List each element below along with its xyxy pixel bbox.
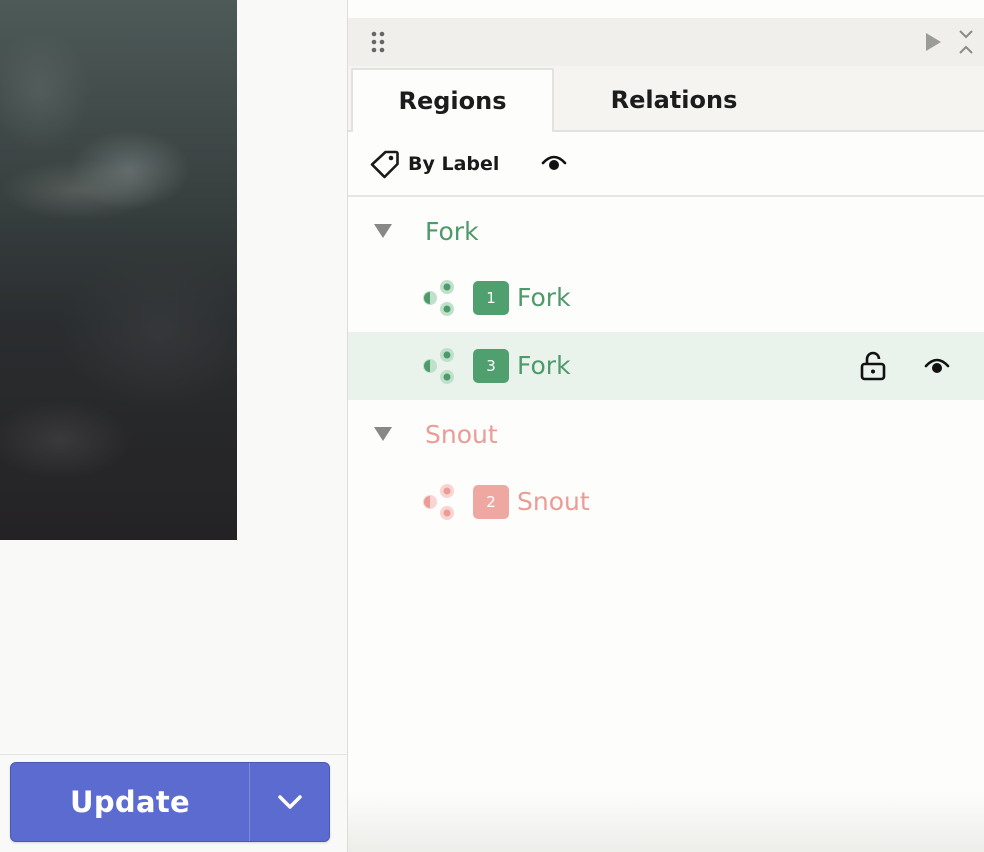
group-row-fork[interactable]: Fork bbox=[348, 197, 984, 265]
eye-icon[interactable] bbox=[540, 152, 568, 174]
play-icon[interactable] bbox=[924, 32, 942, 52]
group-by-label-button[interactable]: By Label bbox=[370, 148, 499, 180]
regions-toolbar: By Label bbox=[348, 132, 984, 197]
group-label: Fork bbox=[425, 216, 479, 246]
region-index-badge: 1 bbox=[473, 281, 509, 315]
region-node-icon bbox=[423, 280, 454, 316]
region-node-icon bbox=[423, 348, 454, 384]
caret-down-icon[interactable] bbox=[372, 425, 394, 443]
eye-icon[interactable] bbox=[923, 355, 951, 377]
panel-header bbox=[348, 18, 984, 66]
canvas-area: Update bbox=[0, 0, 347, 852]
app-window: Update Regions Relations By Label Fork 1… bbox=[0, 0, 984, 852]
region-row-3[interactable]: 3 Fork bbox=[348, 332, 984, 400]
drag-handle-icon[interactable] bbox=[370, 31, 386, 53]
regions-panel: Regions Relations By Label Fork 1 Fork 3… bbox=[347, 0, 984, 852]
update-button[interactable]: Update bbox=[11, 763, 249, 841]
region-label: Snout bbox=[517, 487, 590, 516]
caret-down-icon[interactable] bbox=[372, 222, 394, 240]
group-label: Snout bbox=[425, 419, 498, 449]
panel-bottom-shade bbox=[348, 792, 984, 852]
annotation-image[interactable] bbox=[0, 0, 237, 540]
bottom-divider bbox=[0, 754, 347, 755]
lock-open-icon[interactable] bbox=[860, 351, 886, 381]
update-button-group: Update bbox=[10, 762, 330, 842]
region-index-badge: 2 bbox=[473, 485, 509, 519]
region-index-badge: 3 bbox=[473, 349, 509, 383]
region-node-icon bbox=[423, 484, 454, 520]
tab-relations[interactable]: Relations bbox=[554, 68, 794, 132]
tag-icon bbox=[370, 150, 399, 179]
region-label: Fork bbox=[517, 351, 571, 380]
tab-regions[interactable]: Regions bbox=[351, 68, 554, 132]
group-row-snout[interactable]: Snout bbox=[348, 400, 984, 468]
region-row-2[interactable]: 2 Snout bbox=[348, 468, 984, 536]
chevron-down-icon bbox=[277, 795, 302, 809]
group-by-label-text: By Label bbox=[408, 153, 500, 175]
region-row-1[interactable]: 1 Fork bbox=[348, 264, 984, 332]
panel-tabs: Regions Relations bbox=[348, 66, 984, 132]
region-label: Fork bbox=[517, 283, 571, 312]
update-options-button[interactable] bbox=[250, 763, 329, 841]
collapse-icon[interactable] bbox=[958, 29, 974, 55]
